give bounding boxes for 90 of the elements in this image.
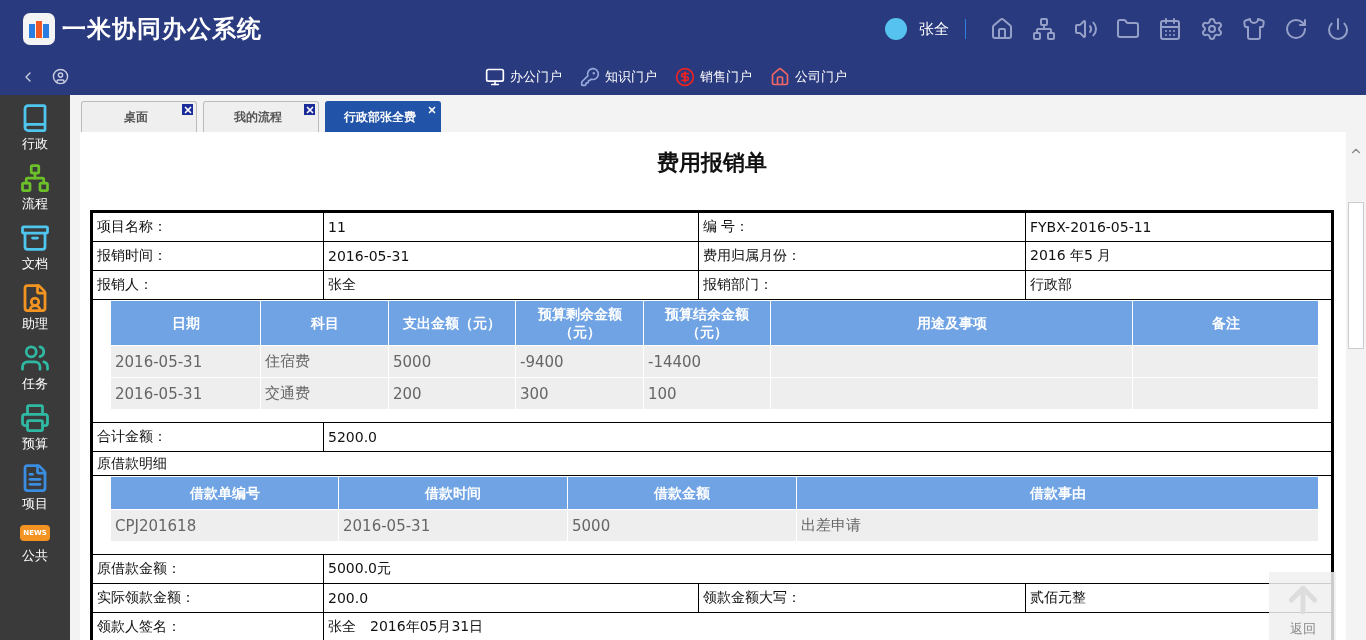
field-label: 实际领款金额： (97, 589, 195, 607)
key-icon (580, 66, 600, 87)
people-icon (20, 343, 50, 373)
sidebar-item[interactable]: 行政 (20, 103, 50, 153)
field-label: 领款金额大写： (703, 589, 801, 607)
field-label: 合计金额： (97, 428, 167, 446)
table-cell: 5000 (567, 509, 797, 542)
sidebar-item[interactable]: 项目 (20, 463, 50, 513)
field-value: 2016-05-31 (328, 248, 410, 264)
scrollbar-thumb[interactable] (1348, 202, 1364, 349)
field-label: 原借款金额： (97, 560, 181, 578)
column-header: 借款单编号 (110, 477, 339, 510)
portal-link[interactable]: 办公门户 (485, 66, 562, 87)
portal-link[interactable]: 公司门户 (770, 66, 847, 87)
form-title: 费用报销单 (656, 149, 768, 177)
table-cell: 出差申请 (796, 509, 1319, 542)
field-value: 200.0 (328, 590, 369, 606)
hierarchy-icon[interactable] (1032, 17, 1056, 41)
field-value: 张全 2016年05月31日 (328, 618, 484, 636)
tab[interactable]: 我的流程 (203, 101, 319, 132)
tab[interactable]: 行政部张全费 (325, 101, 441, 132)
field-label: 领款人签名： (97, 618, 181, 636)
sidebar-item[interactable]: 任务 (20, 343, 50, 393)
table-cell: 2016-05-31 (110, 345, 261, 378)
field-value: 行政部 (1030, 276, 1072, 294)
table-cell: 住宿费 (260, 345, 389, 378)
column-header: 预算剩余金额（元） (515, 301, 644, 346)
field-value: 2016 年5 月 (1030, 247, 1112, 265)
cabinet-icon (20, 223, 50, 253)
table-cell: -14400 (643, 345, 771, 378)
field-value: 张全 (328, 276, 356, 294)
table-cell: 2016-05-31 (338, 509, 568, 542)
avatar-icon (885, 18, 907, 40)
column-header: 科目 (260, 301, 389, 346)
home-icon[interactable] (990, 17, 1014, 41)
field-label: 报销部门： (703, 276, 773, 294)
monitor-icon (485, 66, 505, 87)
column-header: 备注 (1132, 301, 1319, 346)
table-cell: 300 (515, 377, 644, 410)
field-label: 报销时间： (97, 247, 167, 265)
sidebar-item[interactable]: 流程 (20, 163, 50, 213)
column-header: 借款事由 (796, 477, 1319, 510)
field-value: 11 (328, 219, 346, 235)
close-icon[interactable] (182, 104, 193, 115)
calendar-icon[interactable] (1158, 17, 1182, 41)
sidebar-item[interactable]: 文档 (20, 223, 50, 273)
portal-link[interactable]: 知识门户 (580, 66, 657, 87)
close-icon[interactable] (426, 104, 437, 115)
tab[interactable]: 桌面 (81, 101, 197, 132)
column-header: 预算结余金额（元） (643, 301, 771, 346)
field-value: FYBX-2016-05-11 (1030, 219, 1152, 235)
field-value: 5200.0 (328, 429, 377, 445)
user-icon[interactable] (52, 68, 69, 85)
field-label: 项目名称： (97, 218, 167, 236)
speaker-icon[interactable] (1074, 17, 1098, 41)
field-value: 5000.0元 (328, 560, 391, 578)
field-label: 报销人： (97, 276, 153, 294)
table-cell: 交通费 (260, 377, 389, 410)
table-cell: CPJ201618 (110, 509, 339, 542)
table-cell: -9400 (515, 345, 644, 378)
user-name: 张全 (919, 19, 949, 39)
power-icon[interactable] (1326, 17, 1350, 41)
column-header: 借款金额 (567, 477, 797, 510)
dollar-icon (675, 66, 695, 87)
column-header: 借款时间 (338, 477, 568, 510)
app-logo (22, 12, 56, 46)
table-cell: 2016-05-31 (110, 377, 261, 410)
hierarchy-icon (20, 163, 50, 193)
field-label: 费用归属月份： (703, 247, 801, 265)
table-cell: 200 (388, 377, 516, 410)
column-header: 用途及事项 (770, 301, 1133, 346)
field-value: 贰佰元整 (1030, 589, 1086, 607)
table-cell: 100 (643, 377, 771, 410)
close-icon[interactable] (304, 104, 315, 115)
sidebar-item[interactable]: 预算 (20, 403, 50, 453)
refresh-icon[interactable] (1284, 17, 1308, 41)
sidebar-item[interactable]: 助理 (20, 283, 50, 333)
section-caption: 原借款明细 (97, 454, 167, 473)
portal-link[interactable]: 销售门户 (675, 66, 752, 87)
register-icon (20, 403, 50, 433)
shirt-icon[interactable] (1242, 17, 1266, 41)
folder-icon[interactable] (1116, 17, 1140, 41)
field-label: 编 号： (703, 218, 750, 236)
app-title: 一米协同办公系统 (62, 14, 262, 45)
column-header: 支出金额（元） (388, 301, 516, 346)
house-icon (770, 66, 790, 87)
table-cell: 5000 (388, 345, 516, 378)
column-header: 日期 (110, 301, 261, 346)
settings-icon[interactable] (1200, 17, 1224, 41)
scrollbar[interactable] (1346, 132, 1366, 640)
